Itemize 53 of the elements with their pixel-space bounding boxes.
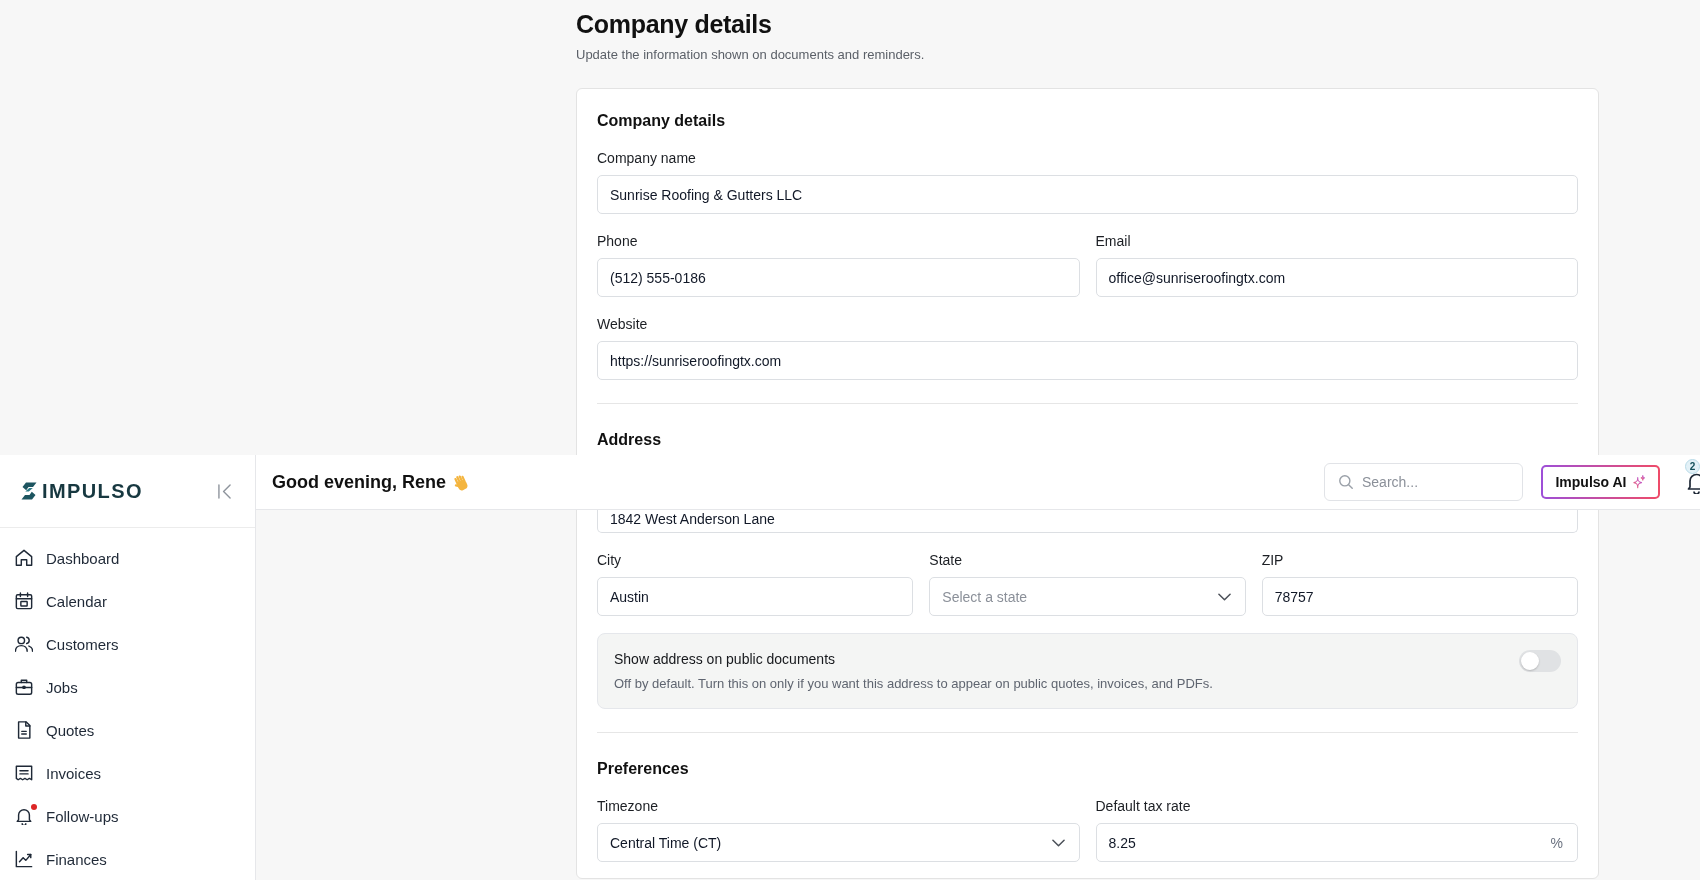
notification-badge: 2 bbox=[1685, 459, 1700, 474]
nav-item[interactable]: Invoices bbox=[6, 752, 249, 794]
section-heading: Company details bbox=[597, 111, 727, 131]
field-label: ZIP bbox=[1261, 551, 1285, 570]
nav-item[interactable]: Finances bbox=[6, 838, 249, 880]
greeting: Good evening, Rene bbox=[272, 471, 447, 494]
search-icon bbox=[1339, 475, 1353, 489]
field-label: City bbox=[597, 551, 623, 570]
field-label: Phone bbox=[597, 232, 639, 251]
page-title: Company details bbox=[576, 9, 773, 40]
receipt-icon bbox=[15, 764, 33, 782]
text-input[interactable]: 78757 bbox=[1261, 577, 1578, 616]
home-icon bbox=[15, 549, 33, 567]
nav-item[interactable]: Dashboard bbox=[6, 537, 249, 579]
nav-item[interactable]: Customers bbox=[6, 623, 249, 665]
bell-icon bbox=[15, 807, 33, 825]
field-label: Company name bbox=[597, 149, 697, 168]
toggle-title: Show address on public documents bbox=[614, 650, 836, 669]
calendar-icon bbox=[15, 592, 33, 610]
nav-item[interactable]: Calendar bbox=[6, 580, 249, 622]
select-field[interactable]: Central Time (CT) bbox=[597, 823, 1080, 862]
text-input[interactable]: office@sunriseroofingtx.com bbox=[1095, 258, 1578, 297]
ai-assistant-button[interactable]: Impulso AI bbox=[1541, 465, 1660, 499]
document-icon bbox=[15, 721, 33, 739]
text-input[interactable]: Sunrise Roofing & Gutters LLC bbox=[597, 175, 1578, 214]
chart-icon bbox=[15, 850, 33, 868]
text-input[interactable]: https://sunriseroofingtx.com bbox=[597, 341, 1578, 380]
chevron-down-icon bbox=[1217, 592, 1231, 601]
section-heading: Preferences bbox=[597, 759, 690, 779]
field-label: State bbox=[929, 551, 964, 570]
nav-item[interactable]: Follow-ups bbox=[6, 795, 249, 837]
field-label: Email bbox=[1095, 232, 1132, 251]
people-icon bbox=[15, 635, 33, 653]
toggle-switch[interactable] bbox=[1519, 650, 1561, 672]
field-label: Website bbox=[597, 315, 649, 334]
toggle-description: Off by default. Turn this on only if you want this address to appear on public quotes, invoices, and PDFs. bbox=[614, 675, 1213, 693]
text-input[interactable]: (512) 555-0186 bbox=[597, 258, 1080, 297]
text-input[interactable]: 1842 West Anderson Lane bbox=[597, 510, 1578, 533]
nav-item[interactable]: Jobs bbox=[6, 666, 249, 708]
unit-suffix: % bbox=[1550, 834, 1563, 851]
input-field[interactable]: 8.25 % bbox=[1095, 823, 1578, 862]
field-label: Timezone bbox=[597, 797, 659, 816]
collapse-sidebar-icon[interactable] bbox=[218, 483, 231, 499]
logo-mark-icon bbox=[20, 482, 38, 500]
section-heading: Address bbox=[597, 430, 663, 450]
brand-logo-text: IMPULSO bbox=[42, 479, 143, 503]
briefcase-icon bbox=[15, 678, 33, 696]
text-input[interactable]: Austin bbox=[597, 577, 914, 616]
chevron-down-icon bbox=[1051, 838, 1065, 847]
page-subtitle: Update the information shown on documents and reminders. bbox=[576, 46, 926, 64]
nav-item[interactable]: Quotes bbox=[6, 709, 249, 751]
sparkle-icon bbox=[1631, 475, 1646, 489]
field-label: Default tax rate bbox=[1095, 797, 1192, 816]
